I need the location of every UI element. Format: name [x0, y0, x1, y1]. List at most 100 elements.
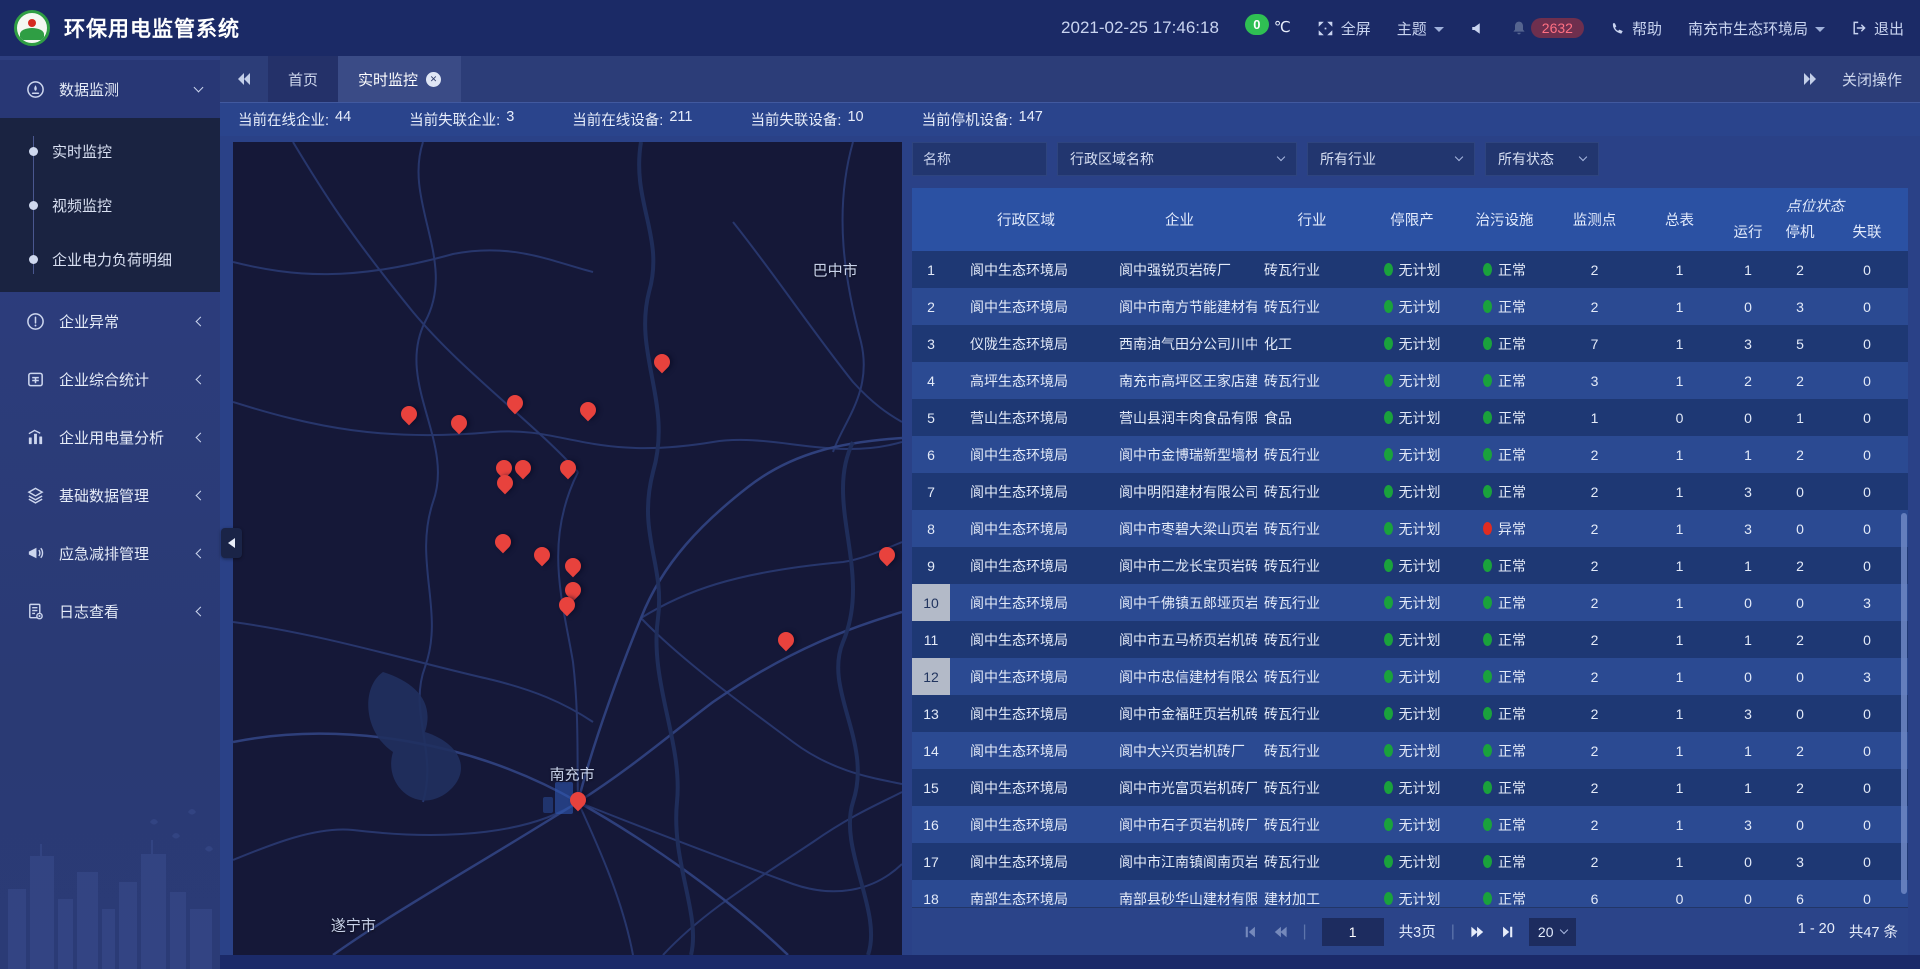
table-row[interactable]: 4高坪生态环境局南充市高坪区王家店建砖瓦行业无计划正常31220 [912, 362, 1908, 399]
cell-limit-status: 无计划 [1367, 325, 1457, 362]
sidebar-item-power-analysis[interactable]: 企业用电量分析 [0, 408, 220, 466]
scrollbar-thumb[interactable] [1901, 513, 1907, 893]
header-lost: 失联 [1826, 217, 1908, 251]
sidebar-item-data-monitoring[interactable]: 数据监测 [0, 60, 220, 118]
org-label: 南充市生态环境局 [1688, 18, 1808, 39]
table-row[interactable]: 17阆中生态环境局阆中市江南镇阆南页岩砖瓦行业无计划正常21030 [912, 843, 1908, 880]
table-row[interactable]: 11阆中生态环境局阆中市五马桥页岩机砖砖瓦行业无计划正常21120 [912, 621, 1908, 658]
logout-button[interactable]: 退出 [1851, 18, 1904, 39]
sidebar-submenu: 实时监控 视频监控 企业电力负荷明细 [0, 118, 220, 292]
help-button[interactable]: 帮助 [1610, 18, 1662, 39]
cell-region: 阆中生态环境局 [950, 732, 1102, 769]
table-row[interactable]: 10阆中生态环境局阆中千佛镇五郎垭页岩砖瓦行业无计划正常21003 [912, 584, 1908, 621]
cell-stop: 0 [1774, 658, 1826, 695]
org-menu[interactable]: 南充市生态环境局 [1688, 18, 1825, 39]
table-row[interactable]: 16阆中生态环境局阆中市石子页岩机砖厂砖瓦行业无计划正常21300 [912, 806, 1908, 843]
cell-facility-status: 正常 [1457, 621, 1552, 658]
sidebar-item-log-view[interactable]: 日志查看 [0, 582, 220, 640]
content: 巴中市南充市遂宁市 行政区域名称 所有行业 [220, 136, 1920, 955]
table-row[interactable]: 7阆中生态环境局阆中明阳建材有限公司砖瓦行业无计划正常21300 [912, 473, 1908, 510]
status-dot [1483, 411, 1492, 424]
bell-icon [1511, 20, 1527, 36]
table-row[interactable]: 2阆中生态环境局阆中市南方节能建材有砖瓦行业无计划正常21030 [912, 288, 1908, 325]
cell-limit-status: 无计划 [1367, 436, 1457, 473]
cell-company: 西南油气田分公司川中 [1102, 325, 1257, 362]
name-filter-input[interactable] [912, 142, 1047, 176]
sidebar-item-company-anomaly[interactable]: 企业异常 [0, 292, 220, 350]
tabs-scroll-left-button[interactable] [220, 56, 268, 102]
table-row[interactable]: 1阆中生态环境局阆中强锐页岩砖厂砖瓦行业无计划正常21120 [912, 251, 1908, 288]
last-page-button[interactable] [1500, 925, 1514, 939]
tab-close-icon[interactable]: ✕ [426, 72, 441, 87]
sidebar-item-realtime-monitoring[interactable]: 实时监控 [0, 124, 220, 178]
table-row[interactable]: 6阆中生态环境局阆中市金博瑞新型墙材砖瓦行业无计划正常21120 [912, 436, 1908, 473]
cell-region: 阆中生态环境局 [950, 436, 1102, 473]
sidebar-item-base-data[interactable]: 基础数据管理 [0, 466, 220, 524]
tab-home[interactable]: 首页 [268, 56, 338, 102]
cell-points: 1 [1552, 399, 1637, 436]
table-row[interactable]: 18南部生态环境局南部县砂华山建材有限公建材加工无计划正常60060 [912, 880, 1908, 907]
table-row[interactable]: 8阆中生态环境局阆中市枣碧大梁山页岩砖瓦行业无计划异常21300 [912, 510, 1908, 547]
cell-region: 阆中生态环境局 [950, 251, 1102, 288]
prev-page-button[interactable] [1273, 925, 1288, 939]
sidebar-item-video-monitoring[interactable]: 视频监控 [0, 178, 220, 232]
cell-facility-status: 正常 [1457, 473, 1552, 510]
notifications-button[interactable]: 2632 [1511, 18, 1584, 38]
table-scrollbar[interactable] [1900, 251, 1908, 907]
status-filter-select[interactable]: 所有状态 [1485, 142, 1599, 176]
theme-menu[interactable]: 主题 [1397, 18, 1444, 39]
page-input[interactable]: 1 [1322, 918, 1384, 946]
table-row[interactable]: 9阆中生态环境局阆中市二龙长宝页岩砖砖瓦行业无计划正常21120 [912, 547, 1908, 584]
cell-industry: 食品 [1257, 399, 1367, 436]
table-row[interactable]: 12阆中生态环境局阆中市忠信建材有限公砖瓦行业无计划正常21003 [912, 658, 1908, 695]
sidebar-item-company-statistics[interactable]: 企业综合统计 [0, 350, 220, 408]
cell-facility-status: 正常 [1457, 695, 1552, 732]
cell-meters: 1 [1637, 769, 1722, 806]
cell-limit-status: 无计划 [1367, 658, 1457, 695]
mute-button[interactable] [1470, 21, 1485, 36]
sidebar-item-label: 基础数据管理 [59, 485, 183, 506]
cell-points: 7 [1552, 325, 1637, 362]
table-row[interactable]: 15阆中生态环境局阆中市光富页岩机砖厂砖瓦行业无计划正常21120 [912, 769, 1908, 806]
cell-company: 阆中市南方节能建材有 [1102, 288, 1257, 325]
right-panel: 行政区域名称 所有行业 所有状态 [912, 142, 1908, 955]
cell-facility-status: 正常 [1457, 732, 1552, 769]
status-dot [1483, 633, 1492, 646]
cell-facility-status: 正常 [1457, 880, 1552, 907]
close-operations-button[interactable]: 关闭操作 [1834, 56, 1920, 102]
table-row[interactable]: 3仪陇生态环境局西南油气田分公司川中化工无计划正常71350 [912, 325, 1908, 362]
cell-region: 阆中生态环境局 [950, 473, 1102, 510]
map-panel[interactable]: 巴中市南充市遂宁市 [233, 142, 902, 955]
tabs-scroll-right-button[interactable] [1786, 56, 1834, 102]
page-size-select[interactable]: 20 [1529, 918, 1577, 946]
sidebar-item-label: 应急减排管理 [59, 543, 183, 564]
sidebar-item-emergency-reduction[interactable]: 应急减排管理 [0, 524, 220, 582]
header-region: 行政区域 [950, 188, 1102, 251]
first-page-button[interactable] [1244, 925, 1258, 939]
cell-region: 阆中生态环境局 [950, 843, 1102, 880]
table-row[interactable]: 13阆中生态环境局阆中市金福旺页岩机砖砖瓦行业无计划正常21300 [912, 695, 1908, 732]
sidebar-subitem-label: 视频监控 [52, 195, 112, 216]
phone-icon [1610, 21, 1625, 36]
tab-realtime-monitoring[interactable]: 实时监控 ✕ [338, 56, 461, 102]
next-page-button[interactable] [1470, 925, 1485, 939]
tab-label: 实时监控 [358, 69, 418, 90]
cell-row-number: 18 [912, 880, 950, 907]
fullscreen-button[interactable]: 全屏 [1317, 18, 1371, 39]
cell-industry: 建材加工 [1257, 880, 1367, 907]
region-filter-select[interactable]: 行政区域名称 [1057, 142, 1297, 176]
status-dot [1384, 596, 1393, 609]
logout-icon [1851, 20, 1867, 36]
industry-filter-select[interactable]: 所有行业 [1307, 142, 1475, 176]
page-size-value: 20 [1538, 924, 1554, 940]
table-row[interactable]: 14阆中生态环境局阆中大兴页岩机砖厂砖瓦行业无计划正常21120 [912, 732, 1908, 769]
sidebar-item-power-load-detail[interactable]: 企业电力负荷明细 [0, 232, 220, 286]
table-row[interactable]: 5营山生态环境局营山县润丰肉食品有限食品无计划正常10010 [912, 399, 1908, 436]
cell-meters: 1 [1637, 621, 1722, 658]
map-collapse-button[interactable] [221, 528, 242, 558]
sidebar-item-label: 企业用电量分析 [59, 427, 183, 448]
status-dot [1384, 744, 1393, 757]
cell-lost: 0 [1826, 695, 1908, 732]
cell-limit-status: 无计划 [1367, 769, 1457, 806]
cell-points: 2 [1552, 436, 1637, 473]
